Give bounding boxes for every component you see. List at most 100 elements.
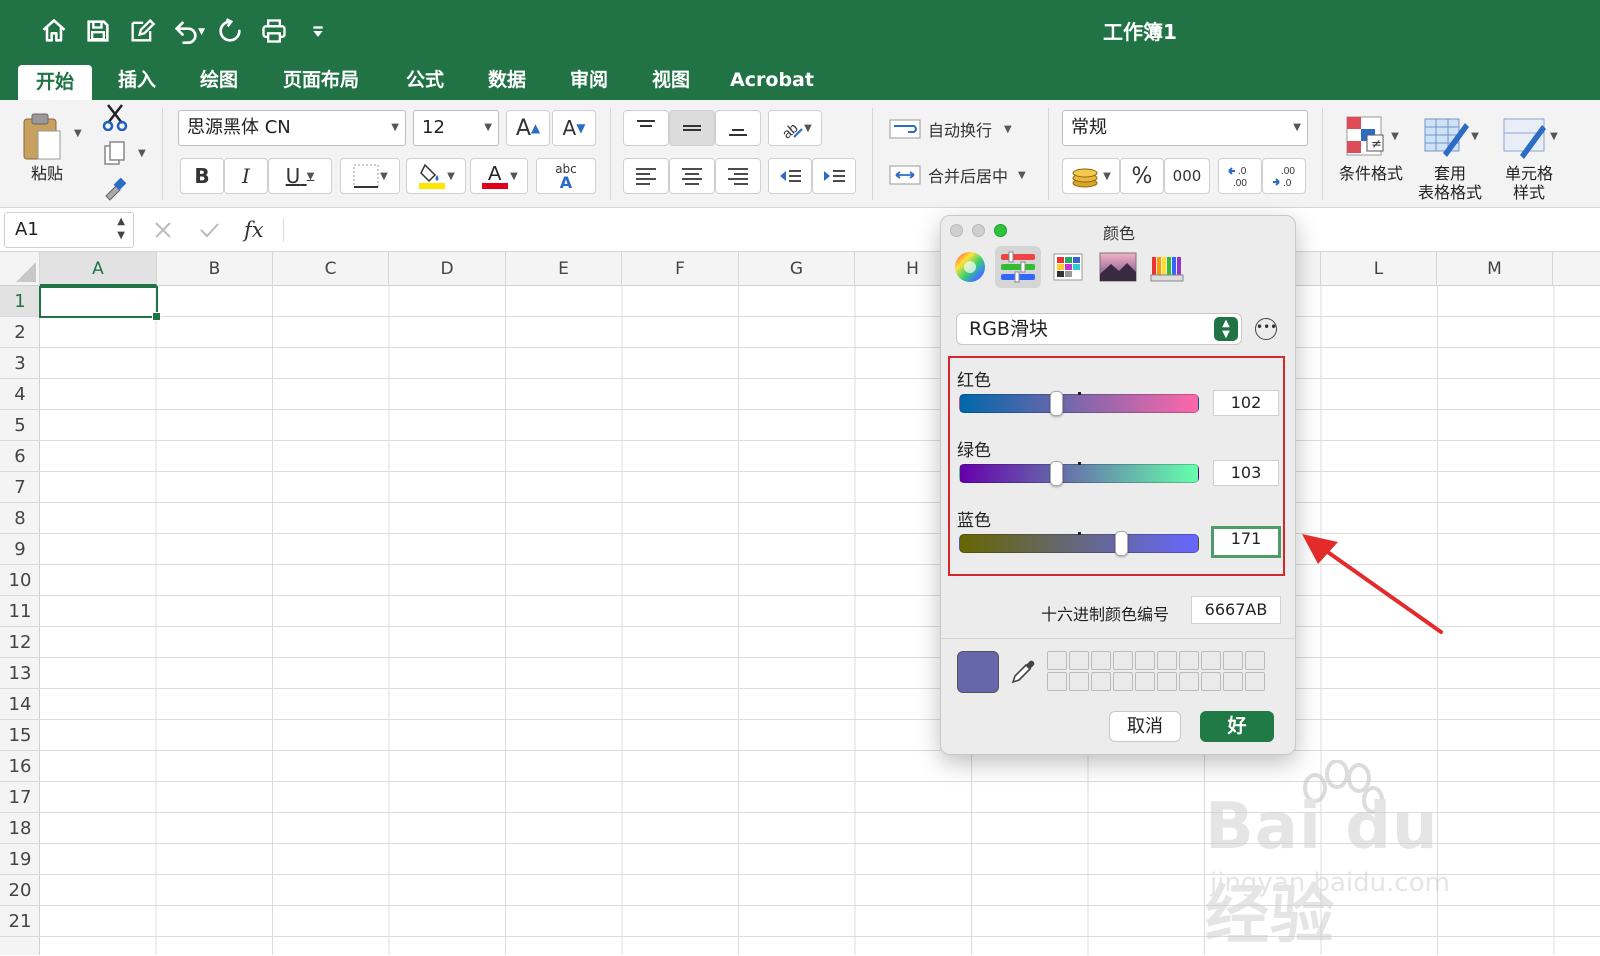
color-slot[interactable]: [1245, 651, 1265, 670]
slider-mode-select[interactable]: RGB滑块 ▲ ▼: [956, 313, 1242, 345]
font-size-select[interactable]: 12 ▼: [413, 110, 499, 146]
row-header[interactable]: 16: [0, 751, 40, 782]
row-header[interactable]: 2: [0, 317, 40, 348]
edit-button[interactable]: [120, 14, 164, 48]
paste-button[interactable]: [14, 108, 70, 164]
more-options-button[interactable]: •••: [1255, 318, 1277, 340]
color-slot[interactable]: [1091, 672, 1111, 691]
bold-button[interactable]: B: [180, 158, 224, 194]
align-middle-button[interactable]: [669, 110, 715, 146]
color-slot[interactable]: [1223, 651, 1243, 670]
color-slot[interactable]: [1135, 651, 1155, 670]
fill-color-button[interactable]: ▼: [406, 158, 466, 194]
align-left-button[interactable]: [623, 158, 669, 194]
copy-button[interactable]: [100, 138, 130, 168]
percent-button[interactable]: %: [1120, 158, 1164, 194]
tab-formulas[interactable]: 公式: [392, 63, 458, 99]
confirm-entry-button[interactable]: [192, 214, 226, 246]
row-header[interactable]: 20: [0, 875, 40, 906]
row-header[interactable]: 15: [0, 720, 40, 751]
row-header[interactable]: 5: [0, 410, 40, 441]
row-header[interactable]: 19: [0, 844, 40, 875]
row-header[interactable]: 13: [0, 658, 40, 689]
row-header[interactable]: 1: [0, 286, 40, 317]
tab-page-layout[interactable]: 页面布局: [268, 63, 374, 99]
color-slot[interactable]: [1135, 672, 1155, 691]
color-sliders-tab[interactable]: [995, 246, 1041, 288]
format-painter-button[interactable]: [100, 174, 130, 204]
row-header[interactable]: 21: [0, 906, 40, 937]
column-header[interactable]: D: [389, 252, 506, 286]
row-header[interactable]: 8: [0, 503, 40, 534]
column-header[interactable]: F: [622, 252, 739, 286]
redo-button[interactable]: [208, 14, 252, 48]
increase-indent-button[interactable]: [812, 158, 856, 194]
shrink-font-button[interactable]: A ▼: [552, 110, 596, 146]
color-palettes-tab[interactable]: [1045, 246, 1091, 288]
color-slot[interactable]: [1047, 651, 1067, 670]
number-format-select[interactable]: 常规 ▼: [1062, 110, 1308, 146]
format-as-table-button[interactable]: ▼: [1416, 108, 1484, 164]
color-slot[interactable]: [1113, 672, 1133, 691]
tab-view[interactable]: 视图: [638, 63, 704, 99]
color-slot[interactable]: [1047, 672, 1067, 691]
selected-cell[interactable]: [39, 286, 161, 321]
color-slot[interactable]: [1245, 672, 1265, 691]
column-header[interactable]: M: [1437, 252, 1553, 286]
font-name-select[interactable]: 思源黑体 CN ▼: [178, 110, 406, 146]
save-button[interactable]: [76, 14, 120, 48]
crayons-tab[interactable]: [1145, 246, 1191, 288]
row-header[interactable]: 6: [0, 441, 40, 472]
decrease-decimal-button[interactable]: .00.0: [1262, 158, 1306, 194]
italic-button[interactable]: I: [224, 158, 268, 194]
column-header[interactable]: B: [157, 252, 273, 286]
tab-draw[interactable]: 绘图: [186, 63, 252, 99]
copy-dropdown-icon[interactable]: ▼: [138, 148, 146, 159]
align-right-button[interactable]: [715, 158, 761, 194]
row-header[interactable]: 17: [0, 782, 40, 813]
row-header[interactable]: 9: [0, 534, 40, 565]
increase-decimal-button[interactable]: .0.00: [1218, 158, 1262, 194]
color-slot[interactable]: [1069, 651, 1089, 670]
phonetic-button[interactable]: abc A: [536, 158, 596, 194]
hex-color-field[interactable]: 6667AB: [1191, 596, 1281, 624]
eyedropper-button[interactable]: [1009, 656, 1039, 686]
tab-acrobat[interactable]: Acrobat: [724, 63, 820, 99]
align-bottom-button[interactable]: [715, 110, 761, 146]
customize-qat-button[interactable]: [296, 14, 340, 48]
color-slot[interactable]: [1179, 651, 1199, 670]
comma-style-button[interactable]: 000: [1164, 158, 1210, 194]
underline-button[interactable]: U ▼: [268, 158, 332, 194]
print-button[interactable]: [252, 14, 296, 48]
column-header[interactable]: C: [273, 252, 389, 286]
color-slot[interactable]: [1157, 672, 1177, 691]
borders-button[interactable]: ▼: [340, 158, 400, 194]
tab-data[interactable]: 数据: [474, 63, 540, 99]
color-slot[interactable]: [1201, 672, 1221, 691]
column-header[interactable]: G: [739, 252, 855, 286]
column-header[interactable]: L: [1321, 252, 1437, 286]
row-header[interactable]: 18: [0, 813, 40, 844]
wrap-text-button[interactable]: 自动换行 ▼: [888, 114, 1038, 144]
cell-styles-button[interactable]: ▼: [1494, 108, 1564, 164]
merge-center-button[interactable]: 合并后居中 ▼: [888, 160, 1038, 190]
ok-button[interactable]: 好: [1200, 711, 1274, 742]
current-color-swatch[interactable]: [957, 651, 999, 693]
font-color-button[interactable]: A ▼: [470, 158, 528, 194]
row-header[interactable]: 14: [0, 689, 40, 720]
grow-font-button[interactable]: A ▲: [506, 110, 550, 146]
row-header[interactable]: 11: [0, 596, 40, 627]
column-header[interactable]: A: [40, 252, 157, 286]
insert-function-button[interactable]: fx: [244, 214, 274, 246]
accounting-format-button[interactable]: ▼: [1062, 158, 1120, 194]
undo-button[interactable]: ▼: [164, 14, 208, 48]
row-header[interactable]: 4: [0, 379, 40, 410]
name-box-stepper-icon[interactable]: ▲ ▼: [117, 215, 125, 243]
undo-dropdown-icon[interactable]: ▼: [198, 27, 205, 37]
row-header[interactable]: 7: [0, 472, 40, 503]
orientation-button[interactable]: ab ▼: [768, 110, 822, 146]
conditional-format-button[interactable]: ≠ ▼: [1338, 108, 1404, 164]
tab-review[interactable]: 审阅: [556, 63, 622, 99]
cancel-entry-button[interactable]: [146, 214, 180, 246]
cancel-button[interactable]: 取消: [1109, 711, 1181, 742]
